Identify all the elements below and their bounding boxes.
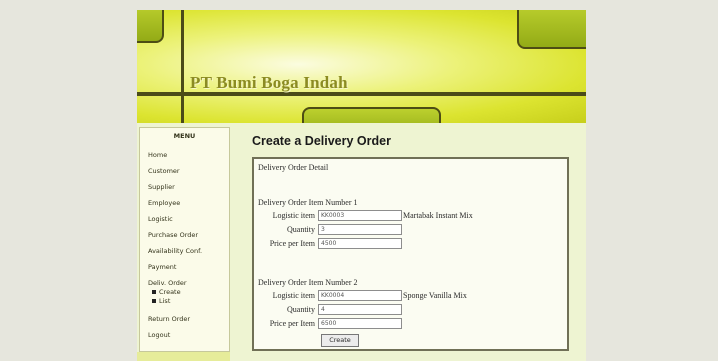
bullet-icon: [152, 299, 156, 303]
item-2-logistic-label: Logistic item: [272, 291, 315, 300]
item-1-price-label: Price per Item: [269, 239, 315, 248]
item-1-quantity-input[interactable]: 3: [318, 224, 402, 235]
menu-item-return-order[interactable]: Return Order: [148, 315, 190, 323]
item-2-name: Sponge Vanilla Mix: [403, 291, 467, 300]
form-section-title: Delivery Order Detail: [258, 163, 329, 172]
item-1-title: Delivery Order Item Number 1: [258, 198, 358, 207]
header-banner: PT Bumi Boga Indah: [137, 10, 586, 123]
bullet-icon: [152, 290, 156, 294]
company-name: PT Bumi Boga Indah: [190, 73, 348, 92]
sidebar-footer-strip: [137, 352, 230, 361]
submenu-item-create[interactable]: Create: [152, 288, 181, 296]
menu-item-purchase-order[interactable]: Purchase Order: [148, 231, 198, 239]
menu-item-availability-conf[interactable]: Availability Conf.: [148, 247, 202, 255]
item-1-logistic-input[interactable]: KK0003: [318, 210, 402, 221]
create-button[interactable]: Create: [321, 334, 359, 347]
item-1-name: Martabak Instant Mix: [403, 211, 473, 220]
header-decor-box-top-left: [137, 10, 164, 43]
item-2-price-label: Price per Item: [269, 319, 315, 328]
item-1-quantity-label: Quantity: [287, 225, 315, 234]
page-container: PT Bumi Boga Indah MENU Home Customer Su…: [137, 10, 586, 361]
submenu-list-label: List: [159, 297, 171, 305]
header-decor-box-top-right: [517, 10, 586, 49]
item-2-title: Delivery Order Item Number 2: [258, 278, 358, 287]
menu-item-employee[interactable]: Employee: [148, 199, 180, 207]
menu-item-home[interactable]: Home: [148, 151, 167, 159]
item-1-logistic-label: Logistic item: [272, 211, 315, 220]
delivery-order-form: Delivery Order Detail Delivery Order Ite…: [252, 157, 569, 351]
item-2-quantity-input[interactable]: 4: [318, 304, 402, 315]
item-2-quantity-label: Quantity: [287, 305, 315, 314]
menu-title: MENU: [173, 132, 196, 140]
item-1-price-input[interactable]: 4500: [318, 238, 402, 249]
sidebar-menu: MENU Home Customer Supplier Employee Log…: [139, 127, 230, 352]
menu-item-logout[interactable]: Logout: [148, 331, 170, 339]
submenu-item-list[interactable]: List: [152, 297, 170, 305]
item-2-logistic-input[interactable]: KK0004: [318, 290, 402, 301]
header-decor-box-bottom: [302, 107, 441, 123]
menu-item-supplier[interactable]: Supplier: [148, 183, 175, 191]
menu-item-logistic[interactable]: Logistic: [148, 215, 173, 223]
main-content: Create a Delivery Order Delivery Order D…: [230, 127, 586, 361]
page-title: Create a Delivery Order: [252, 134, 391, 148]
menu-item-payment[interactable]: Payment: [148, 263, 176, 271]
menu-item-deliv-order[interactable]: Deliv. Order: [148, 279, 187, 287]
header-decor-vertical-bar: [181, 10, 184, 123]
submenu-create-label: Create: [159, 288, 181, 296]
item-2-price-input[interactable]: 6500: [318, 318, 402, 329]
menu-item-customer[interactable]: Customer: [148, 167, 180, 175]
